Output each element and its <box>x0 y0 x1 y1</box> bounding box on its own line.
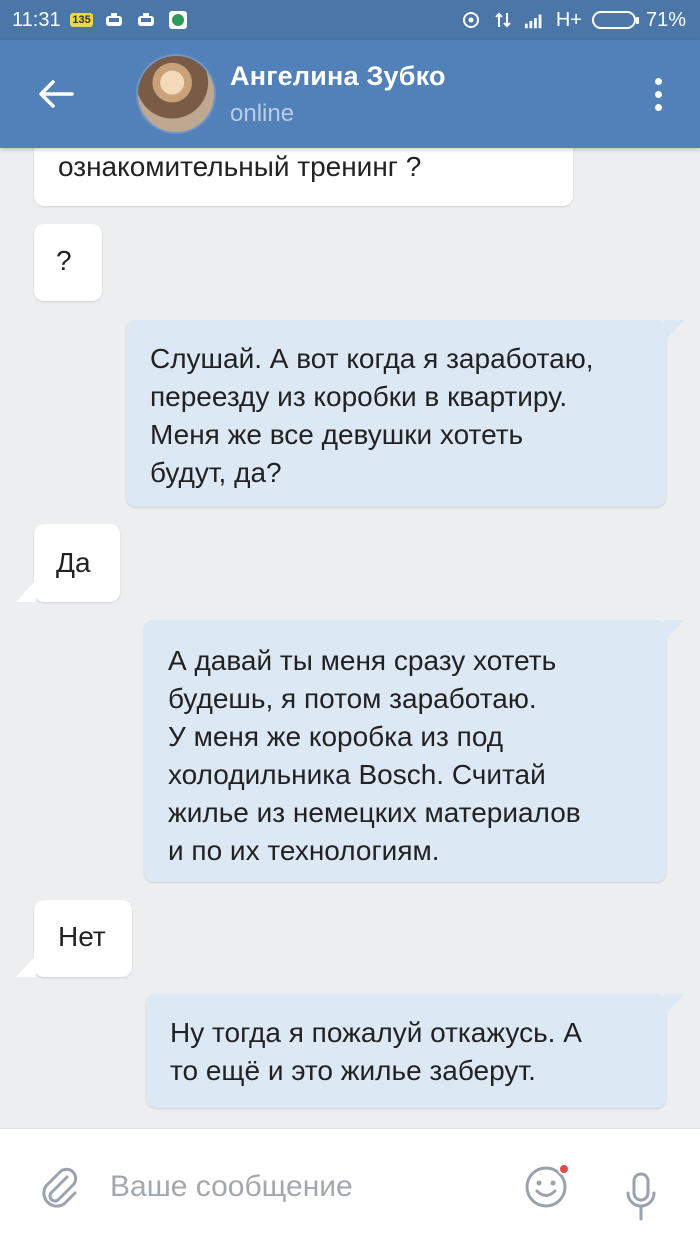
contact-status: online <box>230 99 295 127</box>
bubble-tail <box>16 955 36 977</box>
arrow-left-icon <box>39 80 74 108</box>
bubble-tail <box>16 580 36 602</box>
more-vertical-icon-dot <box>654 90 662 98</box>
taxi-icon <box>103 9 125 31</box>
status-bar: 11:31 135 H+ 71% <box>0 0 700 40</box>
more-menu-button[interactable] <box>646 70 670 118</box>
message-text: ознакомительный тренинг ? <box>58 151 422 182</box>
message-bubble-outgoing[interactable]: А давай ты меня сразу хотеть будешь, я п… <box>144 620 684 882</box>
paperclip-icon <box>42 1167 78 1208</box>
message-bubble-outgoing[interactable]: Ну тогда я пожалуй откажусь. А то ещё и … <box>146 994 684 1108</box>
signal-icon <box>524 9 546 31</box>
message-text: ? <box>56 245 72 276</box>
bubble-tail <box>664 994 684 1016</box>
app-notification-icon <box>167 9 189 31</box>
message-composer <box>0 1128 700 1244</box>
avatar[interactable] <box>136 54 216 134</box>
message-text: Ну тогда я пожалуй откажусь. А то ещё и … <box>170 1017 582 1086</box>
message-bubble-incoming[interactable]: ознакомительный тренинг ? <box>34 148 573 206</box>
voice-message-button[interactable] <box>616 1169 666 1225</box>
attach-button[interactable] <box>34 1162 84 1212</box>
new-stickers-badge <box>558 1162 570 1175</box>
message-bubble-incoming[interactable]: Нет <box>16 900 132 977</box>
message-text: Да <box>56 547 91 578</box>
clock: 11:31 <box>12 8 61 31</box>
notification-icon: 135 <box>70 9 93 31</box>
more-vertical-icon-dot <box>654 103 662 111</box>
message-text: Слушай. А вот когда я заработаю, переезд… <box>150 343 594 488</box>
message-text: Нет <box>58 921 106 952</box>
more-vertical-icon <box>654 77 662 85</box>
contact-title[interactable]: Ангелина Зубко online <box>230 61 446 128</box>
battery-icon <box>591 11 639 29</box>
chat-header: Ангелина Зубко online <box>0 40 700 148</box>
microphone-icon <box>626 1172 656 1220</box>
emoji-button[interactable] <box>520 1161 572 1213</box>
message-bubble-incoming[interactable]: Да <box>16 524 120 602</box>
car-icon <box>135 9 157 31</box>
message-text: А давай ты меня сразу хотеть будешь, я п… <box>168 645 581 866</box>
bubble-tail <box>664 320 684 342</box>
message-bubble-outgoing[interactable]: Слушай. А вот когда я заработаю, переезд… <box>126 320 684 507</box>
contact-name: Ангелина Зубко <box>230 60 446 91</box>
network-type: H+ <box>555 8 582 31</box>
message-input[interactable] <box>110 1156 500 1217</box>
back-button[interactable] <box>28 66 84 122</box>
hotspot-icon <box>460 9 482 31</box>
bubble-tail <box>664 620 684 642</box>
status-bar-right: H+ 71% <box>460 9 686 32</box>
message-list[interactable]: ознакомительный тренинг ? ? Слушай. А во… <box>0 148 700 1128</box>
data-transfer-icon <box>492 9 514 31</box>
battery-percent: 71% <box>645 8 686 31</box>
notification-badge: 135 <box>70 13 93 27</box>
message-bubble-incoming[interactable]: ? <box>34 224 102 301</box>
status-bar-left: 11:31 135 <box>12 9 189 32</box>
